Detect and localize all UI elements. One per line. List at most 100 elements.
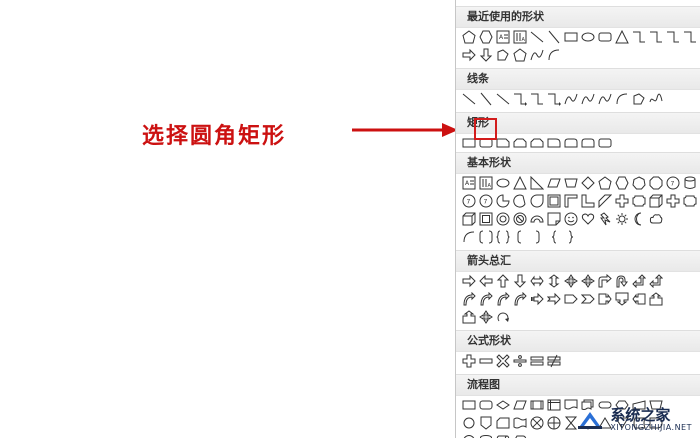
magdisk-shape-icon[interactable]: [477, 433, 494, 438]
hexagon-shape-icon[interactable]: [613, 175, 630, 192]
oval-shape-icon[interactable]: [579, 29, 596, 46]
circnum-shape-icon[interactable]: 7: [460, 193, 477, 210]
curved-shape-icon[interactable]: [460, 291, 477, 308]
round2-shape-icon[interactable]: [562, 135, 579, 152]
dbrace-shape-icon[interactable]: [494, 229, 511, 246]
elbow-shape-icon[interactable]: [647, 29, 664, 46]
circnum-shape-icon[interactable]: 7: [664, 175, 681, 192]
directacc-shape-icon[interactable]: [494, 433, 511, 438]
callout-l-shape-icon[interactable]: [630, 291, 647, 308]
arrowdown-shape-icon[interactable]: [511, 273, 528, 290]
rbrace-shape-icon[interactable]: [562, 229, 579, 246]
display-shape-icon[interactable]: [511, 433, 528, 438]
sun-shape-icon[interactable]: [613, 211, 630, 228]
lshape-shape-icon[interactable]: [579, 193, 596, 210]
lightning-shape-icon[interactable]: [596, 211, 613, 228]
plaque-shape-icon[interactable]: [681, 193, 698, 210]
pentagon-shape-icon[interactable]: [596, 175, 613, 192]
textbox-shape-icon[interactable]: A: [460, 175, 477, 192]
rounded-rectangle-shape-icon[interactable]: [596, 29, 613, 46]
round1-shape-icon[interactable]: [545, 135, 562, 152]
mult-shape-icon[interactable]: [494, 353, 511, 370]
curve-shape-icon[interactable]: [528, 47, 545, 64]
callout-u-shape-icon[interactable]: [647, 291, 664, 308]
pie-shape-icon[interactable]: [494, 193, 511, 210]
curve-shape-icon[interactable]: [596, 91, 613, 108]
arcbr-shape-icon[interactable]: [460, 229, 477, 246]
seqaccess-shape-icon[interactable]: [460, 433, 477, 438]
freeform-shape-icon[interactable]: [494, 47, 511, 64]
offpage-shape-icon[interactable]: [477, 415, 494, 432]
chord-shape-icon[interactable]: [511, 193, 528, 210]
diamond-shape-icon[interactable]: [579, 175, 596, 192]
arrowlr-shape-icon[interactable]: [528, 273, 545, 290]
arc-shape-icon[interactable]: [613, 91, 630, 108]
hexagon-shape-icon[interactable]: [477, 29, 494, 46]
line2-shape-icon[interactable]: [477, 91, 494, 108]
blockarc-shape-icon[interactable]: [528, 211, 545, 228]
foldcorner-shape-icon[interactable]: [545, 211, 562, 228]
arrowup-shape-icon[interactable]: [494, 273, 511, 290]
round2-shape-icon[interactable]: [579, 135, 596, 152]
curved-shape-icon[interactable]: [494, 291, 511, 308]
data-shape-icon[interactable]: [511, 397, 528, 414]
octagon-shape-icon[interactable]: [647, 175, 664, 192]
cloud-shape-icon[interactable]: [647, 211, 664, 228]
arc-shape-icon[interactable]: [545, 47, 562, 64]
rectangle-shape-icon[interactable]: [562, 29, 579, 46]
pentagon-shape-icon[interactable]: [460, 29, 477, 46]
lbrace-shape-icon[interactable]: [545, 229, 562, 246]
striped-shape-icon[interactable]: [528, 291, 545, 308]
teardrop-shape-icon[interactable]: [528, 193, 545, 210]
process-shape-icon[interactable]: [460, 397, 477, 414]
altproc-shape-icon[interactable]: [477, 397, 494, 414]
cube-shape-icon[interactable]: [460, 211, 477, 228]
curved-shape-icon[interactable]: [477, 291, 494, 308]
cylinder-shape-icon[interactable]: [681, 175, 698, 192]
line-shape-icon[interactable]: [460, 91, 477, 108]
arrowright-shape-icon[interactable]: [460, 273, 477, 290]
elbow-shape-icon[interactable]: [681, 29, 698, 46]
curve-shape-icon[interactable]: [562, 91, 579, 108]
curve-shape-icon[interactable]: [579, 91, 596, 108]
snip2-shape-icon[interactable]: [528, 135, 545, 152]
arrowright-shape-icon[interactable]: [460, 47, 477, 64]
parallel-shape-icon[interactable]: [545, 175, 562, 192]
callout-u-shape-icon[interactable]: [460, 309, 477, 326]
triangle-shape-icon[interactable]: [511, 175, 528, 192]
leftup-shape-icon[interactable]: [630, 273, 647, 290]
callout-d-shape-icon[interactable]: [613, 291, 630, 308]
heptagon-shape-icon[interactable]: [630, 175, 647, 192]
cross4-shape-icon[interactable]: [579, 273, 596, 290]
circnum-shape-icon[interactable]: 7: [477, 193, 494, 210]
bent-shape-icon[interactable]: [596, 273, 613, 290]
decision-shape-icon[interactable]: [494, 397, 511, 414]
arrowleft-shape-icon[interactable]: [477, 273, 494, 290]
equal-shape-icon[interactable]: [528, 353, 545, 370]
frame-shape-icon[interactable]: [545, 193, 562, 210]
predef-shape-icon[interactable]: [528, 397, 545, 414]
no-sym-shape-icon[interactable]: [511, 211, 528, 228]
halfframe-shape-icon[interactable]: [562, 193, 579, 210]
elbowarrow-shape-icon[interactable]: [545, 91, 562, 108]
plus-shape-icon[interactable]: [664, 193, 681, 210]
pentagon-shape-icon[interactable]: [511, 47, 528, 64]
notched-shape-icon[interactable]: [545, 291, 562, 308]
internal-shape-icon[interactable]: [545, 397, 562, 414]
moon-shape-icon[interactable]: [630, 211, 647, 228]
connector-shape-icon[interactable]: [460, 415, 477, 432]
vtextbox-shape-icon[interactable]: A: [477, 175, 494, 192]
donut-shape-icon[interactable]: [494, 211, 511, 228]
snip2-shape-icon[interactable]: [511, 135, 528, 152]
circ-arrow-shape-icon[interactable]: [494, 309, 511, 326]
cube-shape-icon[interactable]: [647, 193, 664, 210]
plaque-shape-icon[interactable]: [630, 193, 647, 210]
punched-shape-icon[interactable]: [511, 415, 528, 432]
cross4-shape-icon[interactable]: [562, 273, 579, 290]
elbow-shape-icon[interactable]: [664, 29, 681, 46]
dbracket-shape-icon[interactable]: [477, 229, 494, 246]
elbowarrow-shape-icon[interactable]: [511, 91, 528, 108]
trapezoid-shape-icon[interactable]: [562, 175, 579, 192]
freeform-shape-icon[interactable]: [630, 91, 647, 108]
diagstripe-shape-icon[interactable]: [596, 193, 613, 210]
